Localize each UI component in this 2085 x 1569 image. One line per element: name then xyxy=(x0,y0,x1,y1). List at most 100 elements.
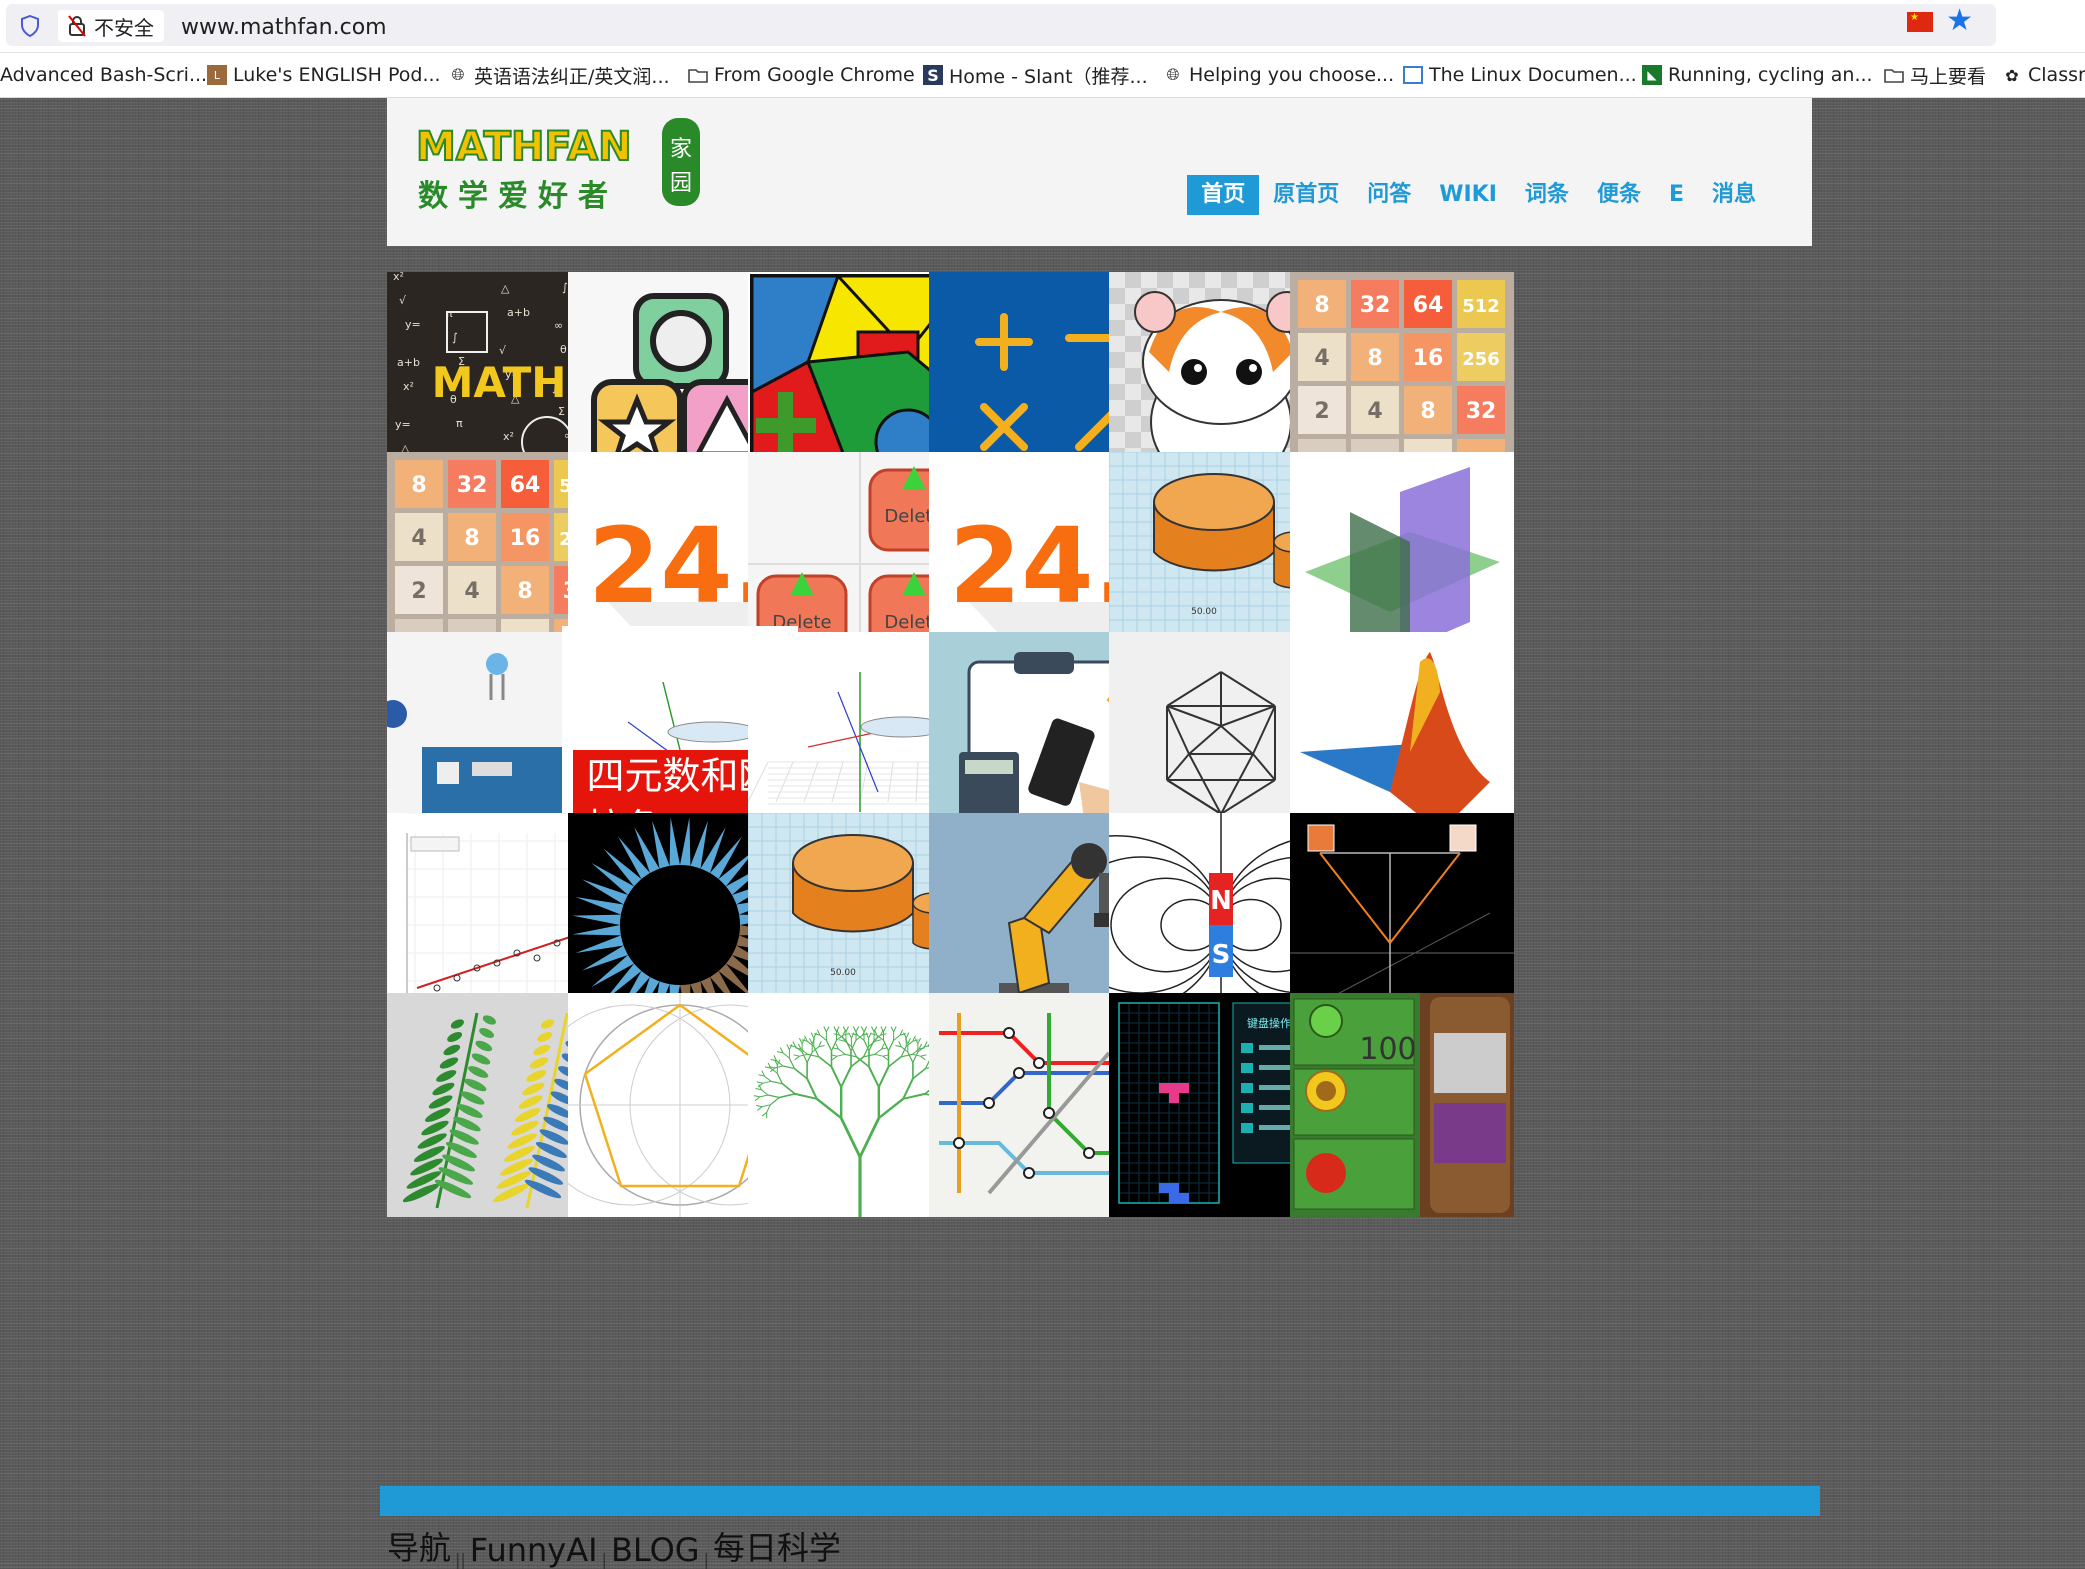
svg-text:2: 2 xyxy=(411,579,426,604)
svg-text:4: 4 xyxy=(1367,399,1382,424)
svg-text:2: 2 xyxy=(1314,399,1329,424)
svg-text:√: √ xyxy=(399,294,407,307)
main-nav: 首页 原首页 问答 WIKI 词条 便条 E 消息 xyxy=(1187,175,1770,215)
bookmark-label: Luke's ENGLISH Pod... xyxy=(233,64,441,86)
svg-text:∫: ∫ xyxy=(452,331,458,344)
url-field-container[interactable]: 不安全 www.mathfan.com xyxy=(6,4,1996,46)
svg-text:50.00: 50.00 xyxy=(1191,607,1217,617)
bookmark-label: 马上要看 xyxy=(1910,65,1987,88)
svg-text:x²: x² xyxy=(403,380,414,393)
tile-plants-vs-zombies[interactable]: 100 xyxy=(1289,992,1514,1217)
svg-text:N: N xyxy=(1210,886,1232,916)
svg-text:Delete: Delete xyxy=(772,612,831,633)
insecure-lock-icon xyxy=(68,15,86,37)
svg-text:x²: x² xyxy=(393,272,404,283)
logo-subtitle: 数学爱好者 xyxy=(418,179,618,214)
bookmark-item[interactable]: 马上要看 xyxy=(1884,61,1986,89)
folder-icon xyxy=(1884,65,1904,85)
svg-text:50.00: 50.00 xyxy=(830,968,856,978)
logo-badge-char-2: 园 xyxy=(670,171,692,196)
svg-text:4: 4 xyxy=(411,526,426,551)
footer-link-blog[interactable]: BLOG xyxy=(611,1531,700,1569)
bookmark-item[interactable]: From Google Chrome xyxy=(688,61,915,89)
slant-icon: S xyxy=(923,65,943,85)
svg-text:24.: 24. xyxy=(948,505,1132,627)
globe-icon: 🌐︎ xyxy=(1166,65,1180,84)
svg-text:x²: x² xyxy=(503,430,514,443)
svg-text:32: 32 xyxy=(1359,293,1390,318)
bookmark-label: Running, cycling an... xyxy=(1668,64,1873,86)
bookmark-item[interactable]: L Luke's ENGLISH Pod... xyxy=(207,61,441,89)
strava-icon: ◣ xyxy=(1642,65,1662,85)
bookmark-label: Classr xyxy=(2028,64,2085,86)
site-logo[interactable]: MATHFAN 数学爱好者 家 园 xyxy=(414,116,704,216)
svg-text:16: 16 xyxy=(1412,346,1443,371)
svg-text:S: S xyxy=(1212,940,1231,970)
bookmark-item[interactable]: ✿ Classr xyxy=(2002,61,2085,89)
bookmark-star-icon[interactable]: ★ xyxy=(1946,6,1973,36)
svg-text:MATH: MATH xyxy=(432,358,567,407)
bookmark-label: Helping you choose... xyxy=(1189,64,1395,86)
logo-graphic: MATHFAN 数学爱好者 家 园 xyxy=(415,118,700,214)
svg-text:32: 32 xyxy=(1465,399,1496,424)
svg-text:a+b: a+b xyxy=(397,356,420,369)
svg-text:8: 8 xyxy=(517,579,532,604)
nav-home[interactable]: 首页 xyxy=(1187,175,1260,215)
footer-links: 导航 || FunnyAI | BLOG | 每日科学 xyxy=(387,1523,841,1569)
nav-entries[interactable]: 词条 xyxy=(1511,175,1583,215)
svg-text:512: 512 xyxy=(1462,296,1500,317)
svg-text:64: 64 xyxy=(510,473,541,498)
svg-text:y=: y= xyxy=(405,318,421,331)
bookmark-item[interactable]: 🌐︎ 英语语法纠正/英文润... xyxy=(448,61,670,89)
url-text[interactable]: www.mathfan.com xyxy=(181,15,387,40)
svg-text:√: √ xyxy=(499,344,507,357)
bookmark-label: From Google Chrome xyxy=(714,64,915,86)
podcast-icon: L xyxy=(207,65,227,85)
bookmark-item[interactable]: ◣ Running, cycling an... xyxy=(1642,61,1873,89)
footer-link-nav[interactable]: 导航 xyxy=(387,1523,451,1569)
bookmark-item[interactable]: Advanced Bash-Scri... xyxy=(0,61,207,89)
globe-icon: 🌐︎ xyxy=(451,65,465,84)
logo-text: MATHFAN xyxy=(416,124,632,170)
shield-icon[interactable] xyxy=(20,15,40,37)
svg-text:8: 8 xyxy=(1367,346,1382,371)
footer-link-funnyai[interactable]: FunnyAI xyxy=(470,1531,598,1569)
svg-text:16: 16 xyxy=(510,526,541,551)
nav-e[interactable]: E xyxy=(1655,175,1698,215)
svg-text:θ: θ xyxy=(560,343,567,356)
footer-bar xyxy=(380,1486,1820,1516)
site-header: MATHFAN 数学爱好者 家 园 首页 原首页 问答 WIKI 词条 便条 E… xyxy=(387,98,1812,246)
nav-wiki[interactable]: WIKI xyxy=(1425,175,1511,215)
browser-address-bar: 不安全 www.mathfan.com ★ ★ xyxy=(0,0,2085,53)
bookmark-label: 英语语法纠正/英文润... xyxy=(474,65,670,88)
security-label: 不安全 xyxy=(94,15,154,40)
svg-text:64: 64 xyxy=(1412,293,1443,318)
svg-text:256: 256 xyxy=(1462,349,1500,370)
footer-separator: || xyxy=(455,1550,466,1569)
bookmark-item[interactable]: S Home - Slant（推荐... xyxy=(923,61,1148,89)
svg-text:32: 32 xyxy=(457,473,488,498)
tile-thumbnail: 100 xyxy=(1289,992,1514,1217)
bookmarks-bar: Advanced Bash-Scri... L Luke's ENGLISH P… xyxy=(0,53,2085,98)
footer-link-daily-science[interactable]: 每日科学 xyxy=(713,1523,841,1569)
svg-text:24.: 24. xyxy=(587,505,771,627)
svg-text:y=: y= xyxy=(395,418,411,431)
tldp-icon xyxy=(1403,66,1423,84)
security-indicator[interactable]: 不安全 xyxy=(58,10,164,42)
flag-icon[interactable]: ★ xyxy=(1907,12,1933,32)
bookmark-label: Home - Slant（推荐... xyxy=(949,65,1148,88)
nav-qa[interactable]: 问答 xyxy=(1353,175,1425,215)
nav-original-home[interactable]: 原首页 xyxy=(1259,175,1353,215)
bookmark-item[interactable]: The Linux Documen... xyxy=(1403,61,1637,89)
folder-icon xyxy=(688,65,708,85)
svg-text:8: 8 xyxy=(411,473,426,498)
nav-notes[interactable]: 便条 xyxy=(1583,175,1655,215)
bookmark-item[interactable]: 🌐︎ Helping you choose... xyxy=(1163,61,1395,89)
nav-messages[interactable]: 消息 xyxy=(1698,175,1770,215)
svg-text:∞: ∞ xyxy=(554,319,563,332)
svg-text:8: 8 xyxy=(1420,399,1435,424)
svg-text:π: π xyxy=(456,417,463,430)
logo-badge-char-1: 家 xyxy=(670,137,692,162)
gear-icon: ✿ xyxy=(2005,65,2019,85)
svg-text:4: 4 xyxy=(464,579,479,604)
